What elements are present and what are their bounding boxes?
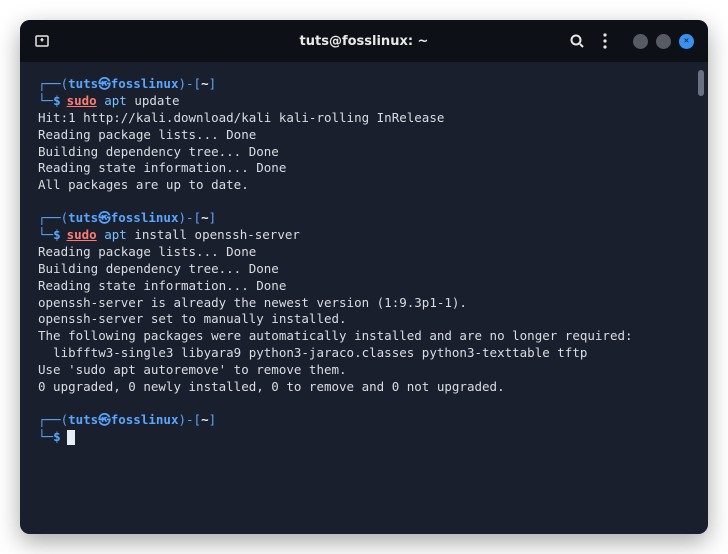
window-title: tuts@fosslinux: ~ (300, 34, 429, 49)
terminal-window: tuts@fosslinux: ~ ┌──(tuts㉿fosslinux)-[~… (20, 20, 708, 534)
output-line: Reading package lists... Done (38, 244, 690, 261)
blank-line (38, 194, 690, 210)
output-line: 0 upgraded, 0 newly installed, 0 to remo… (38, 379, 690, 396)
prompt-dollar: $ (53, 93, 61, 108)
cmd-sudo: sudo (67, 93, 97, 108)
output-line: Reading package lists... Done (38, 127, 690, 144)
output-line: openssh-server set to manually installed… (38, 311, 690, 328)
new-tab-icon[interactable] (34, 33, 50, 49)
cursor (67, 430, 75, 445)
cmd-args: update (134, 93, 179, 108)
output-line: The following packages were automaticall… (38, 328, 690, 345)
output-line: Building dependency tree... Done (38, 144, 690, 161)
prompt-user: tuts (68, 76, 98, 91)
prompt-host: fosslinux (111, 76, 179, 91)
prompt-block-2: ┌──(tuts㉿fosslinux)-[~] └─$sudo apt inst… (38, 210, 690, 244)
cmd-args: install openssh-server (134, 227, 300, 242)
output-line: Reading state information... Done (38, 278, 690, 295)
cmd-apt: apt (104, 93, 127, 108)
terminal-body[interactable]: ┌──(tuts㉿fosslinux)-[~] └─$ sudo apt upda… (20, 62, 708, 534)
window-controls (633, 34, 694, 49)
titlebar-left (34, 33, 50, 49)
maximize-button[interactable] (656, 34, 671, 49)
titlebar-right (569, 33, 694, 49)
output-line: All packages are up to date. (38, 177, 690, 194)
prompt-block-3: ┌──(tuts㉿fosslinux)-[~] └─$ (38, 412, 690, 446)
prompt-path: ~ (201, 76, 209, 91)
scrollbar-thumb[interactable] (698, 70, 704, 96)
prompt-block-1: ┌──(tuts㉿fosslinux)-[~] └─$sudo apt upda… (38, 76, 690, 110)
minimize-button[interactable] (633, 34, 648, 49)
close-button[interactable] (679, 34, 694, 49)
output-line: libfftw3-single3 libyara9 python3-jaraco… (38, 345, 690, 362)
output-line: Hit:1 http://kali.download/kali kali-rol… (38, 110, 690, 127)
output-line: openssh-server is already the newest ver… (38, 295, 690, 312)
search-icon[interactable] (569, 33, 585, 49)
output-line: Reading state information... Done (38, 160, 690, 177)
menu-icon[interactable] (603, 33, 607, 49)
output-line: Use 'sudo apt autoremove' to remove them… (38, 362, 690, 379)
titlebar: tuts@fosslinux: ~ (20, 20, 708, 62)
output-line: Building dependency tree... Done (38, 261, 690, 278)
blank-line (38, 396, 690, 412)
